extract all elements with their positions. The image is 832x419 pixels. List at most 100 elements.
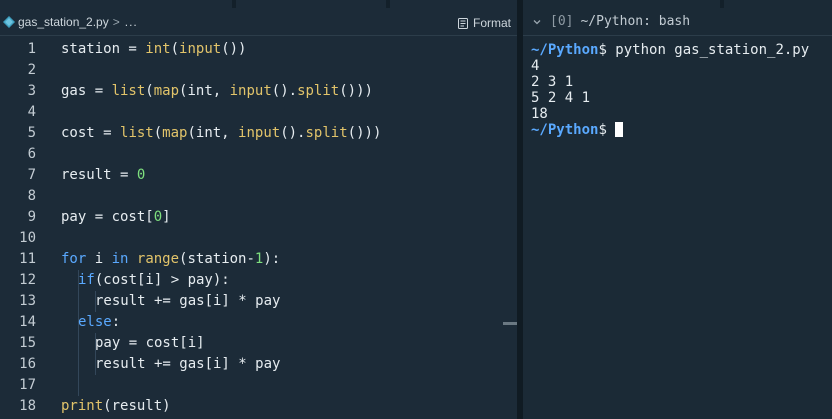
token-nm: 0 <box>153 209 163 225</box>
code-line[interactable]: 15 pay = cost[i] <box>0 333 500 354</box>
line-number: 6 <box>27 146 36 162</box>
editor-scrollbar[interactable] <box>503 322 517 325</box>
code-line[interactable]: 16 result += gas[i] * pay <box>0 354 500 375</box>
token-text: station = <box>61 41 146 57</box>
editor-header: gas_station_2.py > ... Format <box>0 8 517 36</box>
line-number: 13 <box>19 293 36 309</box>
code-line[interactable]: 10 <box>0 228 500 249</box>
line-number: 3 <box>27 83 36 99</box>
code-text: pay = cost[i] <box>95 333 205 354</box>
line-number: 5 <box>27 125 36 141</box>
terminal-tab[interactable]: [0] ~/Python: bash <box>523 8 832 36</box>
token-text: ())) <box>339 83 373 99</box>
code-text: result = 0 <box>61 165 145 186</box>
terminal-output[interactable]: ~/Python$ python gas_station_2.py 4 2 3 … <box>531 42 809 138</box>
line-number: 4 <box>27 104 36 120</box>
token-text: result += gas[i] * pay <box>95 293 281 309</box>
indent-guide <box>78 354 79 375</box>
line-number: 2 <box>27 62 36 78</box>
code-text: station = int(input()) <box>61 39 246 60</box>
prompt-path: ~/Python <box>531 122 599 138</box>
code-line[interactable]: 11 for i in range(station-1): <box>0 249 500 270</box>
token-text: : <box>111 314 121 330</box>
token-fn: map <box>153 83 180 99</box>
token-kw: in <box>111 251 129 267</box>
format-icon <box>457 17 468 29</box>
terminal-output-line: 5 2 4 1 <box>531 90 591 106</box>
token-text: ( <box>153 125 163 141</box>
token-text: ] <box>162 209 171 225</box>
token-text: pay = cost[ <box>61 209 154 225</box>
line-number: 16 <box>19 356 36 372</box>
line-number: 12 <box>19 272 36 288</box>
code-line[interactable]: 9 pay = cost[0] <box>0 207 500 228</box>
terminal-title: ~/Python: bash <box>580 14 691 29</box>
code-line[interactable]: 17 <box>0 375 500 396</box>
editor-pane[interactable]: gas_station_2.py > ... Format 1 station =… <box>0 0 517 419</box>
token-text: ()) <box>221 41 247 57</box>
token-kw: for <box>61 251 87 267</box>
code-text: result += gas[i] * pay <box>95 354 280 375</box>
token-text: result = <box>61 167 137 183</box>
token-fn: range <box>136 251 180 267</box>
line-number: 7 <box>27 167 36 183</box>
line-number: 10 <box>19 230 36 246</box>
line-number: 11 <box>19 251 36 267</box>
token-fn: int <box>145 41 171 57</box>
code-line[interactable]: 8 <box>0 186 500 207</box>
token-text: (cost[i] > pay): <box>94 272 230 288</box>
line-number: 15 <box>19 335 36 351</box>
token-text: cost = <box>61 125 121 141</box>
terminal-output-line: 2 3 1 <box>531 74 574 90</box>
token-text: i <box>86 251 112 267</box>
token-fn: input <box>229 83 272 99</box>
code-line[interactable]: 6 <box>0 144 500 165</box>
token-text: ( <box>145 83 154 99</box>
terminal-pane[interactable]: [0] ~/Python: bash ~/Python$ python gas_… <box>523 0 832 419</box>
code-area[interactable]: 1 station = int(input()) 2 3 gas = list(map(… <box>0 39 500 417</box>
prompt-path: ~/Python <box>531 42 599 58</box>
format-button[interactable]: Format <box>457 14 511 32</box>
code-line[interactable]: 3 gas = list(map(int, input().split())) <box>0 81 500 102</box>
indent-guide <box>78 333 79 354</box>
chevron-down-icon[interactable] <box>532 17 542 27</box>
format-label: Format <box>472 16 511 30</box>
code-line[interactable]: 4 <box>0 102 500 123</box>
token-text: ): <box>263 251 281 267</box>
code-line[interactable]: 1 station = int(input()) <box>0 39 500 60</box>
token-fn: split <box>297 83 340 99</box>
code-line[interactable]: 2 <box>0 60 500 81</box>
prompt-dollar: $ <box>598 122 607 138</box>
code-line[interactable]: 18 print(result) <box>0 396 500 417</box>
token-nm: 0 <box>136 167 146 183</box>
code-text: else: <box>78 312 120 333</box>
code-text: if(cost[i] > pay): <box>78 270 230 291</box>
token-fn: list <box>111 83 146 99</box>
code-line[interactable]: 14 else: <box>0 312 500 333</box>
token-text: ())) <box>347 125 382 141</box>
token-fn: input <box>179 41 222 57</box>
code-line[interactable]: 12 if(cost[i] > pay): <box>0 270 500 291</box>
token-text: (result) <box>103 398 171 414</box>
code-text: for i in range(station-1): <box>61 249 280 270</box>
token-text: (int, <box>179 83 230 99</box>
code-line[interactable]: 13 result += gas[i] * pay <box>0 291 500 312</box>
indent-guide <box>78 375 79 396</box>
terminal-index: [0] <box>550 14 574 29</box>
line-number: 18 <box>19 398 36 414</box>
breadcrumb: gas_station_2.py > ... <box>0 15 138 29</box>
terminal-prompt-line[interactable]: ~/Python$ <box>531 122 809 138</box>
breadcrumb-file[interactable]: gas_station_2.py <box>18 15 109 29</box>
line-number: 1 <box>27 41 36 57</box>
token-text: (station- <box>179 251 255 267</box>
code-text: cost = list(map(int, input().split())) <box>61 123 381 144</box>
line-number: 17 <box>19 377 36 393</box>
breadcrumb-more[interactable]: ... <box>125 15 138 29</box>
python-file-icon <box>3 15 15 28</box>
token-text: pay = cost[i] <box>95 335 205 351</box>
code-line[interactable]: 5 cost = list(map(int, input().split())) <box>0 123 500 144</box>
token-fn: print <box>61 398 104 414</box>
token-text: result += gas[i] * pay <box>95 356 281 372</box>
code-line[interactable]: 7 result = 0 <box>0 165 500 186</box>
